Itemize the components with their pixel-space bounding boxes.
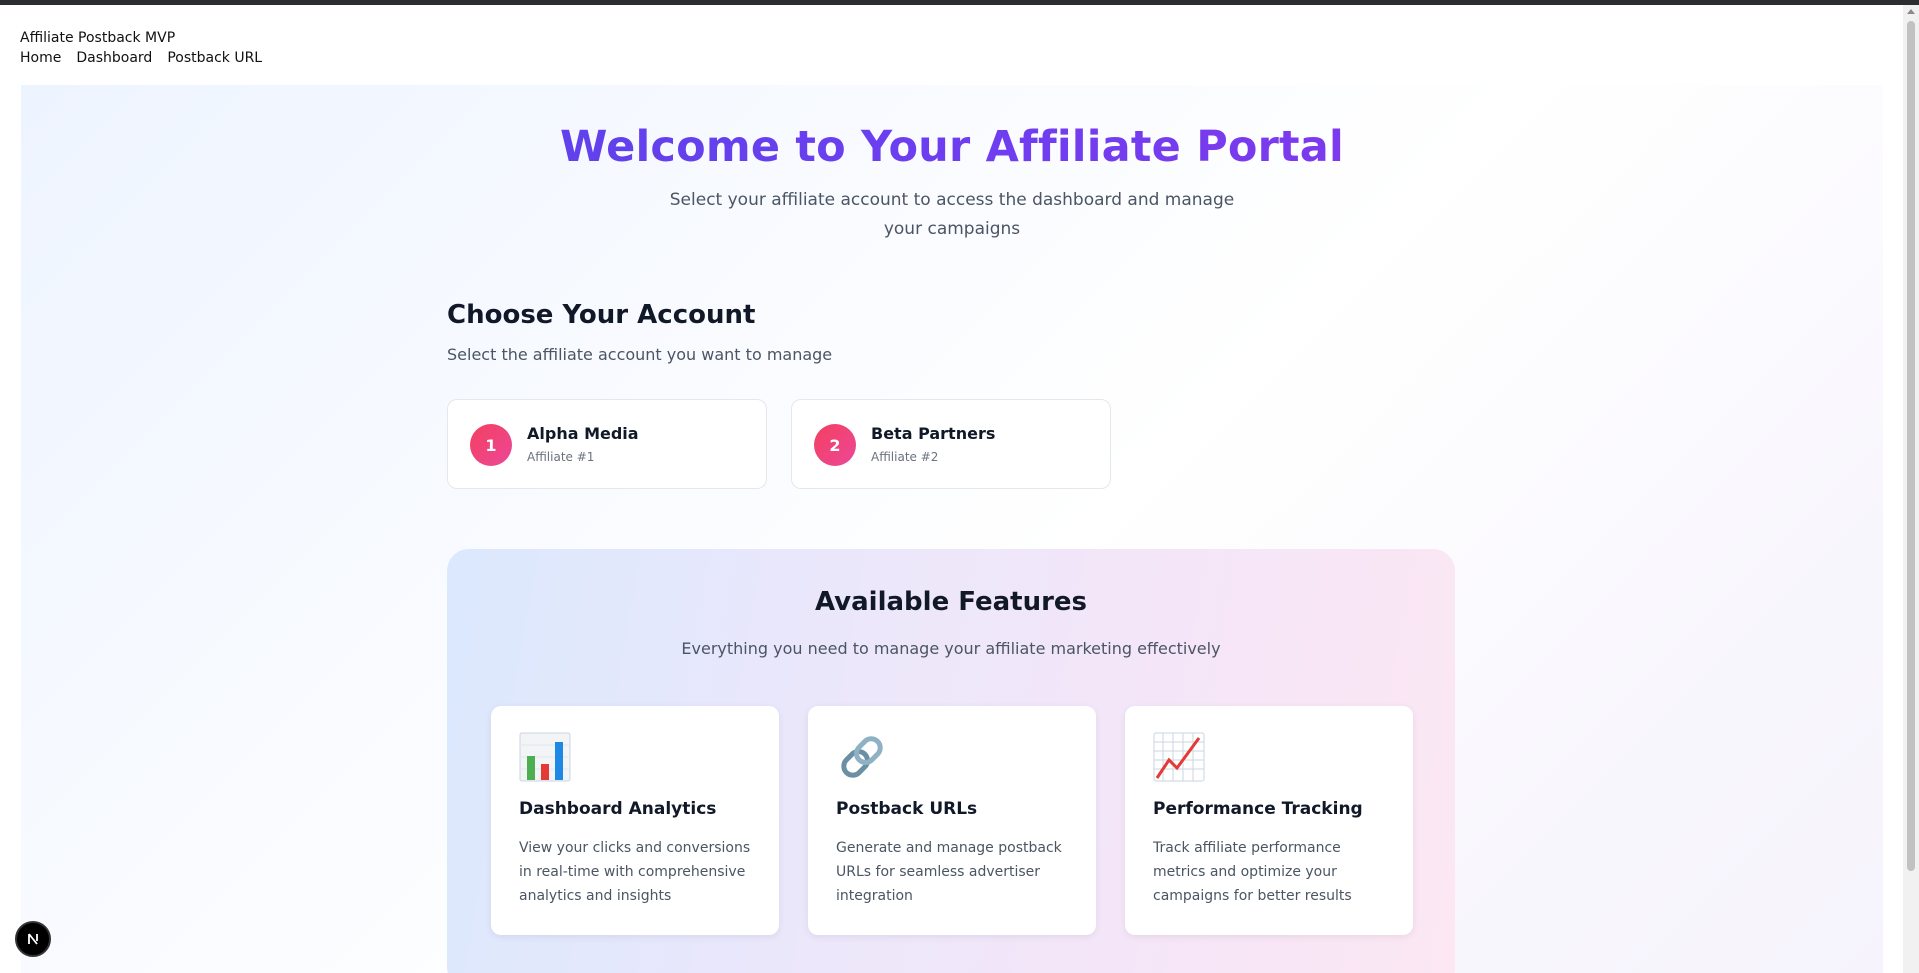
- scroll-up-arrow-icon[interactable]: [1907, 9, 1915, 14]
- app-title: Affiliate Postback MVP: [20, 30, 176, 46]
- feature-card-dashboard-analytics: Dashboard Analytics View your clicks and…: [491, 706, 779, 935]
- bar-chart-icon: [519, 732, 571, 782]
- nextjs-dev-indicator-button[interactable]: [15, 921, 51, 957]
- browser-top-bar: [0, 0, 1919, 5]
- nav-link-dashboard[interactable]: Dashboard: [76, 48, 152, 68]
- feature-description: Track affiliate performance metrics and …: [1153, 840, 1352, 904]
- feature-card-performance-tracking: Performance Tracking Track affiliate per…: [1125, 706, 1413, 935]
- account-number-badge: 2: [814, 424, 856, 466]
- link-icon: [841, 736, 883, 778]
- account-label: Affiliate #2: [871, 450, 939, 464]
- features-panel: Available Features Everything you need t…: [447, 549, 1455, 973]
- nav-link-postback-url[interactable]: Postback URL: [167, 48, 262, 68]
- main-content: Welcome to Your Affiliate Portal Select …: [21, 85, 1883, 973]
- hero-title: Welcome to Your Affiliate Portal: [21, 120, 1883, 174]
- trending-up-icon: [1153, 732, 1205, 782]
- nav-link-home[interactable]: Home: [20, 48, 61, 68]
- feature-card-postback-urls: Postback URLs Generate and manage postba…: [808, 706, 1096, 935]
- account-card-alpha-media[interactable]: 1 Alpha Media Affiliate #1: [447, 399, 767, 489]
- accounts-section-subtitle: Select the affiliate account you want to…: [447, 345, 833, 364]
- hero-subtitle: Select your affiliate account to access …: [669, 190, 1235, 239]
- scrollbar-thumb[interactable]: [1907, 21, 1915, 871]
- account-name: Beta Partners: [871, 424, 996, 443]
- account-label: Affiliate #1: [527, 450, 595, 464]
- vertical-scrollbar[interactable]: [1903, 5, 1919, 973]
- features-subtitle: Everything you need to manage your affil…: [681, 639, 1221, 658]
- feature-title: Postback URLs: [836, 799, 978, 819]
- account-card-beta-partners[interactable]: 2 Beta Partners Affiliate #2: [791, 399, 1111, 489]
- app-header: Affiliate Postback MVP Home Dashboard Po…: [20, 28, 262, 68]
- accounts-section-title: Choose Your Account: [447, 300, 756, 330]
- nextjs-logo-icon: [28, 933, 38, 945]
- features-title: Available Features: [814, 587, 1088, 617]
- feature-description: Generate and manage postback URLs for se…: [836, 840, 1062, 904]
- feature-title: Performance Tracking: [1153, 799, 1363, 819]
- feature-title: Dashboard Analytics: [519, 799, 717, 819]
- account-number-badge: 1: [470, 424, 512, 466]
- nav-menu: Home Dashboard Postback URL: [20, 48, 262, 68]
- account-name: Alpha Media: [527, 424, 639, 443]
- feature-description: View your clicks and conversions in real…: [519, 840, 751, 904]
